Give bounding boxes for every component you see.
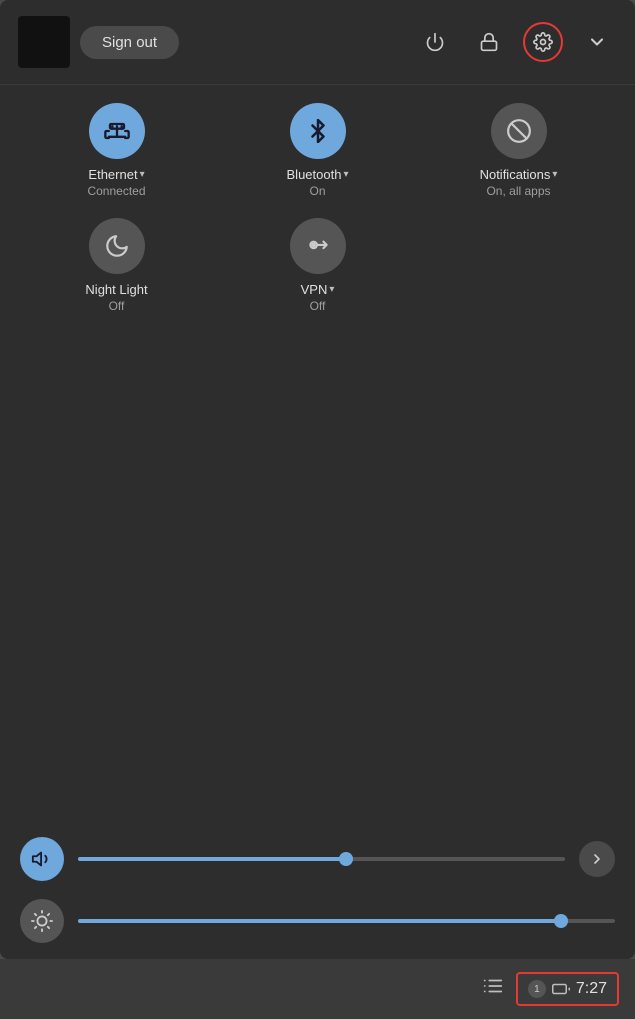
ethernet-dropdown-arrow: ▾ bbox=[140, 169, 145, 180]
lock-button[interactable] bbox=[469, 22, 509, 62]
chevron-down-icon bbox=[587, 32, 607, 52]
bluetooth-label: Bluetooth ▾ bbox=[287, 167, 349, 182]
sliders-section bbox=[0, 817, 635, 959]
ethernet-sublabel: Connected bbox=[87, 184, 145, 198]
notifications-label: Notifications ▾ bbox=[480, 167, 558, 182]
header-row: Sign out bbox=[0, 0, 635, 85]
tiles-section: Ethernet ▾ Connected Bluetooth ▾ On bbox=[0, 85, 635, 343]
taskbar: 1 7:27 bbox=[0, 959, 635, 1019]
vpn-sublabel: Off bbox=[310, 299, 326, 313]
notifications-dropdown-arrow: ▾ bbox=[552, 169, 557, 180]
ethernet-label: Ethernet ▾ bbox=[88, 167, 144, 182]
bluetooth-tile[interactable]: Bluetooth ▾ On bbox=[225, 103, 410, 198]
power-button[interactable] bbox=[415, 22, 455, 62]
chevron-right-icon bbox=[589, 851, 605, 867]
vpn-label: VPN ▾ bbox=[301, 282, 335, 297]
volume-track bbox=[78, 857, 565, 861]
vpn-dropdown-arrow: ▾ bbox=[329, 284, 334, 295]
battery-icon bbox=[552, 980, 570, 998]
vpn-tile[interactable]: VPN ▾ Off bbox=[225, 218, 410, 313]
lock-icon bbox=[479, 32, 499, 52]
brightness-slider-row bbox=[20, 899, 615, 943]
power-icon bbox=[425, 32, 445, 52]
notification-badge: 1 bbox=[528, 980, 546, 998]
taskbar-time-area[interactable]: 1 7:27 bbox=[516, 972, 619, 1006]
tiles-grid: Ethernet ▾ Connected Bluetooth ▾ On bbox=[24, 103, 611, 313]
volume-button[interactable] bbox=[20, 837, 64, 881]
notifications-tile[interactable]: Notifications ▾ On, all apps bbox=[426, 103, 611, 198]
night-light-sublabel: Off bbox=[109, 299, 125, 313]
bluetooth-icon-bg bbox=[290, 103, 346, 159]
bluetooth-dropdown-arrow: ▾ bbox=[343, 169, 348, 180]
taskbar-time: 7:27 bbox=[576, 980, 607, 998]
ethernet-tile[interactable]: Ethernet ▾ Connected bbox=[24, 103, 209, 198]
sign-out-button[interactable]: Sign out bbox=[80, 26, 179, 59]
bluetooth-icon bbox=[306, 119, 330, 143]
music-icon bbox=[482, 975, 504, 1003]
settings-button[interactable] bbox=[523, 22, 563, 62]
night-light-icon bbox=[104, 233, 130, 259]
bluetooth-sublabel: On bbox=[309, 184, 325, 198]
brightness-icon bbox=[31, 910, 53, 932]
volume-icon bbox=[31, 848, 53, 870]
brightness-fill bbox=[78, 919, 561, 923]
brightness-track bbox=[78, 919, 615, 923]
notifications-icon-bg bbox=[491, 103, 547, 159]
volume-slider-track[interactable] bbox=[78, 857, 565, 861]
brightness-thumb[interactable] bbox=[554, 914, 568, 928]
volume-next-button[interactable] bbox=[579, 841, 615, 877]
brightness-slider-track[interactable] bbox=[78, 919, 615, 923]
chevron-down-button[interactable] bbox=[577, 22, 617, 62]
volume-fill bbox=[78, 857, 346, 861]
vpn-icon bbox=[305, 233, 331, 259]
night-light-icon-bg bbox=[89, 218, 145, 274]
settings-icon bbox=[533, 32, 553, 52]
notifications-icon bbox=[506, 118, 532, 144]
brightness-button[interactable] bbox=[20, 899, 64, 943]
quick-settings-panel: Sign out bbox=[0, 0, 635, 959]
ethernet-icon-bg bbox=[89, 103, 145, 159]
ethernet-icon bbox=[103, 117, 131, 145]
volume-thumb[interactable] bbox=[339, 852, 353, 866]
volume-slider-row bbox=[20, 837, 615, 881]
night-light-tile[interactable]: Night Light Off bbox=[24, 218, 209, 313]
night-light-label: Night Light bbox=[85, 282, 147, 297]
vpn-icon-bg bbox=[290, 218, 346, 274]
notifications-sublabel: On, all apps bbox=[486, 184, 550, 198]
avatar bbox=[18, 16, 70, 68]
